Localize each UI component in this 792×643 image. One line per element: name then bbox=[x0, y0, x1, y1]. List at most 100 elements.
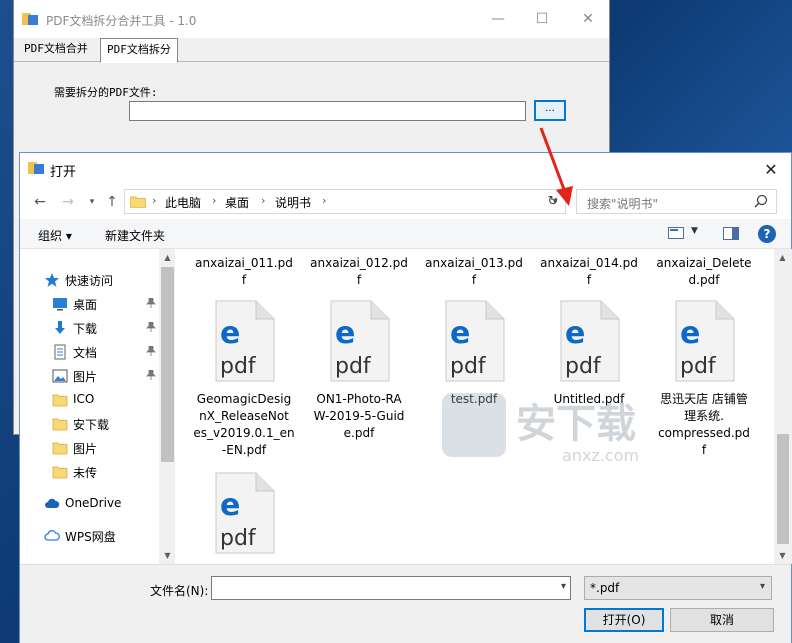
file-name: f bbox=[241, 273, 247, 287]
sidebar-item-label: ICO bbox=[73, 392, 95, 406]
dialog-footer: 文件名(N): ▾ *.pdf ▾ 打开(O) 取消 bbox=[20, 564, 791, 643]
file-name: anxaizai_013.pd bbox=[425, 256, 523, 270]
file-item[interactable]: anxaizai_012.pd f bbox=[303, 255, 415, 289]
file-name: f bbox=[701, 443, 707, 457]
file-name: test.pdf bbox=[450, 392, 498, 406]
sidebar-item-label: 图片 bbox=[73, 442, 98, 456]
refresh-icon[interactable]: ↻ bbox=[543, 191, 563, 211]
folder-icon bbox=[52, 418, 68, 431]
close-icon[interactable]: ✕ bbox=[751, 153, 791, 185]
file-type-select[interactable]: *.pdf ▾ bbox=[584, 576, 772, 600]
scroll-up-icon[interactable]: ▲ bbox=[774, 249, 791, 266]
up-arrow-icon[interactable]: ↑ bbox=[102, 193, 122, 211]
cancel-button[interactable]: 取消 bbox=[670, 608, 774, 632]
pin-icon bbox=[146, 370, 156, 380]
filename-label: 文件名(N): bbox=[150, 584, 209, 598]
forward-arrow-icon[interactable]: → bbox=[58, 193, 78, 211]
view-dropdown-icon[interactable]: ▼ bbox=[691, 226, 698, 236]
pin-icon bbox=[146, 346, 156, 356]
file-name: f bbox=[356, 273, 362, 287]
back-arrow-icon[interactable]: ← bbox=[30, 193, 50, 211]
navigation-bar: ← → ▾ ↑ › 此电脑 › 桌面 › 说明书 › ▾ ↻ 搜索"说明书" bbox=[20, 185, 791, 219]
svg-text:e: e bbox=[335, 316, 355, 351]
app-title: PDF文档拆分合并工具 - 1.0 bbox=[46, 14, 197, 28]
chevron-down-icon[interactable]: ▾ bbox=[561, 581, 566, 592]
address-bar[interactable]: › 此电脑 › 桌面 › 说明书 › ▾ bbox=[124, 189, 566, 214]
desktop-icon bbox=[53, 298, 67, 311]
app-titlebar: PDF文档拆分合并工具 - 1.0 — ☐ ✕ bbox=[14, 0, 609, 38]
tab-split[interactable]: PDF文档拆分 bbox=[100, 38, 178, 63]
scroll-down-icon[interactable]: ▼ bbox=[774, 547, 791, 564]
sidebar-item-label: 未传 bbox=[73, 466, 98, 480]
file-list-scrollbar[interactable]: ▲ ▼ bbox=[774, 249, 792, 564]
sidebar-item-pictures-folder[interactable]: 图片 bbox=[20, 437, 158, 459]
open-file-dialog: 打开 ✕ ← → ▾ ↑ › 此电脑 › 桌面 › 说明书 › ▾ ↻ 搜索"说… bbox=[19, 152, 792, 643]
sidebar-item-desktop[interactable]: 桌面 bbox=[20, 293, 158, 315]
pdf-icon-label: pdf bbox=[220, 354, 257, 379]
sidebar-item-wps-drive[interactable]: WPS网盘 bbox=[20, 525, 158, 547]
pdf-file-icon: e pdf bbox=[675, 300, 735, 382]
file-name: anxaizai_012.pd bbox=[310, 256, 408, 270]
chevron-down-icon: ▾ bbox=[759, 581, 765, 592]
file-item[interactable]: anxaizai_014.pd f bbox=[533, 255, 645, 289]
folder-icon bbox=[52, 394, 68, 407]
search-input[interactable]: 搜索"说明书" bbox=[576, 189, 777, 214]
scrollbar-thumb[interactable] bbox=[777, 434, 789, 544]
file-name: GeomagicDesig bbox=[196, 392, 292, 406]
dialog-titlebar: 打开 ✕ bbox=[20, 153, 791, 185]
cloud-icon bbox=[45, 498, 60, 508]
open-button[interactable]: 打开(O) bbox=[584, 608, 664, 632]
folder-icon bbox=[130, 196, 146, 208]
file-name: compressed.pd bbox=[658, 426, 750, 440]
sidebar-item-ico[interactable]: ICO bbox=[20, 389, 158, 411]
folder-icon bbox=[52, 466, 68, 479]
file-type-value: *.pdf bbox=[590, 581, 620, 595]
sidebar-item-anxiazai[interactable]: 安下载 bbox=[20, 413, 158, 435]
scroll-down-icon[interactable]: ▼ bbox=[159, 547, 175, 564]
organize-button[interactable]: 组织 ▾ bbox=[38, 227, 72, 244]
pdf-icon-label: pdf bbox=[335, 354, 372, 379]
file-name: f bbox=[471, 273, 477, 287]
scroll-up-icon[interactable]: ▲ bbox=[159, 249, 175, 266]
file-item[interactable]: anxaizai_011.pd f bbox=[188, 255, 300, 289]
file-list: anxaizai_011.pd f anxaizai_012.pd f anxa… bbox=[176, 249, 773, 564]
file-item[interactable]: anxaizai_Delete d.pdf bbox=[648, 255, 760, 289]
filename-input[interactable]: ▾ bbox=[211, 576, 571, 600]
help-icon[interactable]: ? bbox=[758, 225, 776, 243]
minimize-icon[interactable]: — bbox=[475, 0, 521, 38]
sidebar-item-label: 安下载 bbox=[73, 418, 110, 432]
pdf-icon-label: pdf bbox=[565, 354, 602, 379]
recent-locations-icon[interactable]: ▾ bbox=[82, 193, 102, 211]
sidebar-item-downloads[interactable]: 下载 bbox=[20, 317, 158, 339]
breadcrumb-this-pc[interactable]: 此电脑 bbox=[165, 194, 201, 211]
search-placeholder: 搜索"说明书" bbox=[587, 197, 659, 211]
sidebar-scrollbar[interactable]: ▲ ▼ bbox=[159, 249, 175, 564]
breadcrumb-desktop[interactable]: 桌面 bbox=[225, 194, 249, 211]
sidebar-item-documents[interactable]: 文档 bbox=[20, 341, 158, 363]
sidebar-item-onedrive[interactable]: OneDrive bbox=[20, 493, 158, 515]
download-icon bbox=[55, 321, 65, 334]
new-folder-button[interactable]: 新建文件夹 bbox=[105, 227, 165, 244]
file-name: anxaizai_Delete bbox=[656, 256, 752, 270]
breadcrumb-manual[interactable]: 说明书 bbox=[275, 194, 311, 211]
pdf-file-input[interactable] bbox=[129, 101, 526, 121]
breadcrumb-separator-icon: › bbox=[152, 194, 157, 207]
file-label: 需要拆分的PDF文件: bbox=[54, 86, 158, 99]
sidebar-item-quick-access[interactable]: 快速访问 bbox=[20, 269, 158, 291]
command-bar: 组织 ▾ 新建文件夹 ▼ ? bbox=[20, 219, 791, 249]
view-options-icon[interactable] bbox=[668, 227, 684, 239]
breadcrumb-separator-icon: › bbox=[212, 194, 217, 207]
sidebar-item-label: 下载 bbox=[73, 322, 98, 336]
file-item[interactable]: anxaizai_013.pd f bbox=[418, 255, 530, 289]
maximize-icon[interactable]: ☐ bbox=[519, 0, 565, 38]
close-icon[interactable]: ✕ bbox=[565, 0, 611, 38]
preview-pane-icon[interactable] bbox=[723, 227, 739, 240]
tab-merge[interactable]: PDF文档合并 bbox=[18, 38, 94, 62]
pdf-file-icon: e pdf bbox=[560, 300, 620, 382]
scrollbar-thumb[interactable] bbox=[161, 267, 174, 462]
sidebar-item-pictures[interactable]: 图片 bbox=[20, 365, 158, 387]
folder-icon bbox=[52, 442, 68, 455]
browse-button[interactable]: ... bbox=[534, 100, 566, 121]
sidebar-item-label: WPS网盘 bbox=[65, 530, 116, 544]
sidebar-item-weichuan[interactable]: 未传 bbox=[20, 461, 158, 483]
